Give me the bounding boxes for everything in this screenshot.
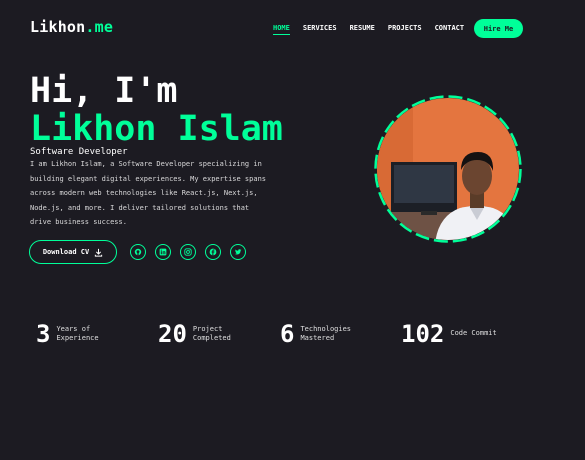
hero-bio: I am Likhon Islam, a Software Developer …	[30, 160, 267, 227]
download-cv-label: Download CV	[42, 248, 90, 256]
social-links	[130, 244, 246, 260]
stat-technologies: 6 Technologies Mastered	[280, 318, 351, 350]
instagram-icon	[184, 248, 192, 256]
linkedin-icon	[159, 248, 167, 256]
hire-me-button[interactable]: Hire Me	[474, 19, 523, 38]
nav-home[interactable]: HOME	[273, 24, 290, 35]
stat-label: Years of Experience	[56, 324, 99, 343]
github-link[interactable]	[130, 244, 146, 260]
twitter-icon	[234, 249, 242, 255]
facebook-link[interactable]	[205, 244, 221, 260]
profile-photo	[373, 94, 523, 244]
stat-projects: 20 Project Completed	[158, 318, 231, 350]
hero-name: Likhon Islam	[30, 109, 283, 149]
stat-label: Code Commit	[450, 329, 497, 338]
nav-projects[interactable]: PROJECTS	[388, 24, 422, 35]
stats-bar: 3 Years of Experience 20 Project Complet…	[0, 318, 585, 350]
main-nav: HOME SERVICES RESUME PROJECTS CONTACT	[273, 24, 464, 35]
nav-contact[interactable]: CONTACT	[435, 24, 465, 35]
site-logo[interactable]: Likhon.me	[30, 18, 113, 36]
stat-value: 20	[158, 320, 187, 348]
linkedin-link[interactable]	[155, 244, 171, 260]
download-icon	[95, 248, 103, 257]
stat-experience: 3 Years of Experience	[36, 318, 99, 350]
stat-commits: 102 Code Commit	[401, 318, 497, 350]
stat-label: Technologies Mastered	[300, 324, 352, 343]
profile-photo-image	[374, 95, 522, 243]
logo-accent: .me	[85, 18, 114, 36]
nav-services[interactable]: SERVICES	[303, 24, 337, 35]
hero-greeting: Hi, I'm	[30, 71, 178, 111]
stat-label: Project Completed	[192, 324, 231, 343]
facebook-icon	[209, 248, 217, 256]
stat-value: 3	[36, 320, 51, 348]
instagram-link[interactable]	[180, 244, 196, 260]
nav-resume[interactable]: RESUME	[350, 24, 375, 35]
github-icon	[134, 248, 142, 256]
logo-text: Likhon	[30, 18, 86, 36]
stat-value: 6	[280, 320, 295, 348]
stat-value: 102	[401, 320, 445, 348]
download-cv-button[interactable]: Download CV	[29, 240, 117, 264]
twitter-link[interactable]	[230, 244, 246, 260]
hero-role: Software Developer	[30, 147, 128, 157]
